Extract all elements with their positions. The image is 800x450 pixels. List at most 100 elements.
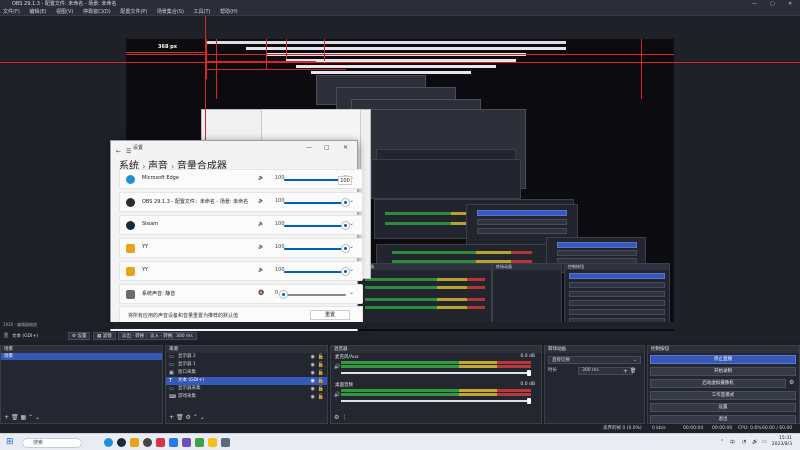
filter-icon[interactable]: ▦	[21, 414, 27, 421]
start-virtual-camera-button[interactable]: 启动虚拟摄像机	[650, 379, 786, 388]
add-icon[interactable]: +	[623, 368, 628, 375]
app-row-obs[interactable]: OBS 29.1.3 - 配置文件：未命名 - 场景: 未命名 🔈 100 ⌄	[119, 192, 363, 212]
edge-icon[interactable]	[104, 438, 113, 447]
windows-start-icon[interactable]: ⊞	[6, 437, 14, 447]
delete-icon[interactable]: 🗑	[11, 414, 19, 421]
app-row-yy[interactable]: YY 🔈 100 ⌄	[119, 238, 363, 258]
speaker-icon[interactable]: 🔊	[334, 392, 340, 398]
gear-icon[interactable]: ⚙	[334, 414, 339, 421]
move-up-icon[interactable]: ⌃	[28, 414, 33, 421]
gear-icon[interactable]: ⚙	[789, 379, 794, 386]
volume-slider[interactable]	[284, 199, 349, 206]
menu-edit[interactable]: 编辑(E)	[29, 8, 46, 16]
delete-icon[interactable]: 🗑	[630, 368, 636, 374]
ime-indicator[interactable]: 中	[730, 439, 735, 446]
eye-icon[interactable]: ◉	[311, 377, 315, 385]
eye-icon[interactable]: ◉	[311, 353, 315, 361]
scene-item[interactable]: 场景	[1, 353, 162, 360]
settings-maximize-button[interactable]: ▢	[324, 141, 330, 155]
move-down-icon[interactable]: ⌄	[35, 414, 40, 421]
exit-button[interactable]: 退出	[650, 415, 796, 424]
speaker-muted-icon[interactable]: 🔇	[258, 290, 264, 296]
reset-button[interactable]: 重置	[310, 310, 350, 320]
lock-icon[interactable]: 🔓	[318, 377, 324, 385]
studio-mode-button[interactable]: 工作室模式	[650, 391, 796, 400]
menu-help[interactable]: 帮助(H)	[220, 8, 238, 16]
speaker-icon[interactable]: 🔈	[258, 221, 264, 227]
close-button[interactable]: ✕	[788, 0, 792, 8]
transition-select[interactable]: 直接切换 ⌄	[548, 356, 641, 364]
speaker-icon[interactable]: 🔊	[334, 364, 340, 370]
chevron-up-icon[interactable]: ⌃	[720, 439, 724, 445]
eye-icon[interactable]: ◉	[311, 369, 315, 377]
add-icon[interactable]: +	[4, 414, 9, 421]
maximize-button[interactable]: ▢	[770, 0, 775, 8]
lock-icon[interactable]: 🔓	[318, 353, 324, 361]
menu-tools[interactable]: 工具(T)	[194, 8, 211, 16]
lock-icon[interactable]: 🔓	[318, 361, 324, 369]
transition-left-button[interactable]: 淡出 · 转换	[118, 332, 149, 340]
app-icon[interactable]	[195, 438, 204, 447]
obs-icon[interactable]	[143, 438, 152, 447]
yy-icon[interactable]	[130, 438, 139, 447]
wifi-icon[interactable]: ◔	[742, 439, 746, 445]
eye-icon[interactable]: ◉	[311, 361, 315, 369]
menu-icon[interactable]: ☰	[126, 145, 131, 159]
app-row-yy-2[interactable]: YY 🔈 100 ⌄	[119, 261, 363, 281]
app-row-edge[interactable]: Microsoft Edge 🔈 100 ⌄	[119, 169, 363, 189]
lock-icon[interactable]: 🔓	[318, 369, 324, 377]
battery-icon[interactable]: ▭	[762, 439, 767, 445]
filters-button[interactable]: ▦ 滤镜	[93, 332, 116, 340]
file-explorer-icon[interactable]	[208, 438, 217, 447]
menu-scene-collection[interactable]: 场景集合(S)	[157, 8, 184, 16]
eye-icon[interactable]: ◉	[311, 393, 315, 401]
source-item[interactable]: ▭ 显示器 1 ◉ 🔓	[166, 361, 327, 369]
source-item[interactable]: ▭ 显示器采集 ◉ 🔓	[166, 385, 327, 393]
menu-docks[interactable]: 停靠窗口(D)	[83, 8, 111, 16]
back-arrow-icon[interactable]: ←	[116, 145, 121, 159]
menu-file[interactable]: 文件(F)	[3, 8, 20, 16]
start-recording-button[interactable]: 开始录制	[650, 367, 796, 376]
chevron-down-icon[interactable]: ⌄	[349, 243, 354, 250]
speaker-icon[interactable]: 🔈	[258, 267, 264, 273]
menu-view[interactable]: 视图(V)	[56, 8, 73, 16]
volume-slider[interactable]	[341, 398, 531, 404]
minimize-button[interactable]: —	[752, 0, 757, 8]
chevron-down-icon[interactable]: ⌄	[349, 220, 354, 227]
more-icon[interactable]: ⋮	[341, 414, 347, 421]
app-icon[interactable]	[169, 438, 178, 447]
eye-icon[interactable]: ◉	[311, 385, 315, 393]
move-up-icon[interactable]: ⌃	[193, 414, 198, 421]
source-item-selected[interactable]: T 文本 (GDI+) ◉ 🔓	[166, 377, 327, 385]
volume-slider[interactable]	[284, 176, 349, 183]
volume-icon[interactable]: 🔊	[752, 439, 758, 445]
duration-field[interactable]: 300 ms	[172, 332, 197, 340]
add-icon[interactable]: +	[169, 414, 174, 421]
chevron-down-icon[interactable]: ⌄	[349, 289, 354, 296]
steam-icon[interactable]	[117, 438, 126, 447]
taskbar-search[interactable]: 搜索	[22, 438, 82, 448]
move-down-icon[interactable]: ⌄	[200, 414, 205, 421]
settings-app-icon[interactable]	[221, 438, 230, 447]
volume-slider[interactable]	[284, 222, 349, 229]
app-icon[interactable]	[156, 438, 165, 447]
lock-icon[interactable]: 🔓	[318, 393, 324, 401]
delete-icon[interactable]: 🗑	[176, 414, 184, 421]
volume-slider[interactable]	[284, 268, 349, 275]
speaker-icon[interactable]: 🔈	[258, 175, 264, 181]
chevron-down-icon[interactable]: ⌄	[349, 266, 354, 273]
volume-slider[interactable]	[284, 245, 349, 252]
stop-streaming-button[interactable]: 停止直播	[650, 355, 796, 364]
clock[interactable]: 15:31 2023/8/3	[772, 436, 792, 448]
app-icon[interactable]	[182, 438, 191, 447]
source-item[interactable]: ⌨ 游戏采集 ◉ 🔓	[166, 393, 327, 401]
volume-slider[interactable]	[280, 291, 346, 298]
menu-profile[interactable]: 配置文件(P)	[120, 8, 147, 16]
settings-close-button[interactable]: ✕	[343, 141, 348, 155]
app-row-system-sounds[interactable]: 系统声音: 静音 🔇 0 ⌄	[119, 284, 363, 304]
gear-icon[interactable]: ⚙	[186, 414, 191, 421]
settings-button[interactable]: 设置	[650, 403, 796, 412]
settings-minimize-button[interactable]: —	[306, 141, 312, 155]
lock-icon[interactable]: 🔓	[318, 385, 324, 393]
app-row-steam[interactable]: Steam 🔈 100 ⌄	[119, 215, 363, 235]
